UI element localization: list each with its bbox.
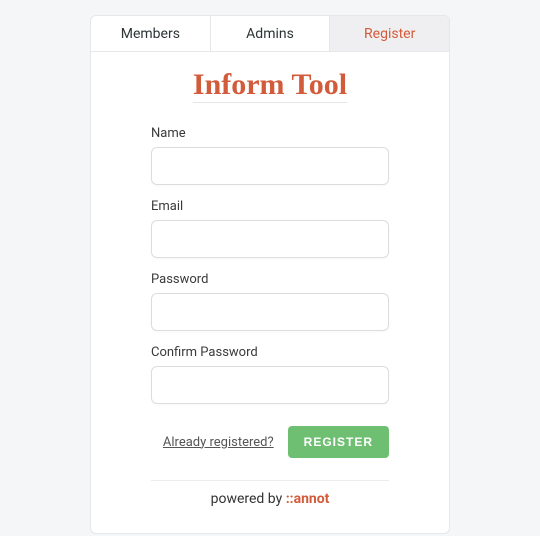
tabs: Members Admins Register bbox=[91, 16, 449, 52]
tab-register[interactable]: Register bbox=[330, 16, 449, 51]
name-input[interactable] bbox=[151, 147, 389, 185]
powered-by-text: powered by bbox=[211, 491, 286, 507]
brand-title: Inform Tool bbox=[125, 68, 415, 102]
email-label: Email bbox=[151, 199, 389, 214]
email-input[interactable] bbox=[151, 220, 389, 258]
auth-card: Members Admins Register Inform Tool Name… bbox=[90, 15, 450, 534]
separator bbox=[151, 480, 389, 481]
form-actions: Already registered? REGISTER bbox=[151, 426, 389, 458]
register-button[interactable]: REGISTER bbox=[288, 426, 389, 458]
confirm-password-label: Confirm Password bbox=[151, 345, 389, 360]
name-label: Name bbox=[151, 126, 389, 141]
password-label: Password bbox=[151, 272, 389, 287]
already-registered-link[interactable]: Already registered? bbox=[163, 435, 274, 450]
confirm-password-input[interactable] bbox=[151, 366, 389, 404]
tab-admins[interactable]: Admins bbox=[211, 16, 331, 51]
card-body: Inform Tool Name Email Password Confirm … bbox=[91, 52, 449, 533]
powered-by: powered by ::annot bbox=[125, 491, 415, 517]
tab-members[interactable]: Members bbox=[91, 16, 211, 51]
password-input[interactable] bbox=[151, 293, 389, 331]
annot-logo: ::annot bbox=[286, 491, 330, 507]
register-form: Name Email Password Confirm Password Alr… bbox=[125, 112, 415, 458]
